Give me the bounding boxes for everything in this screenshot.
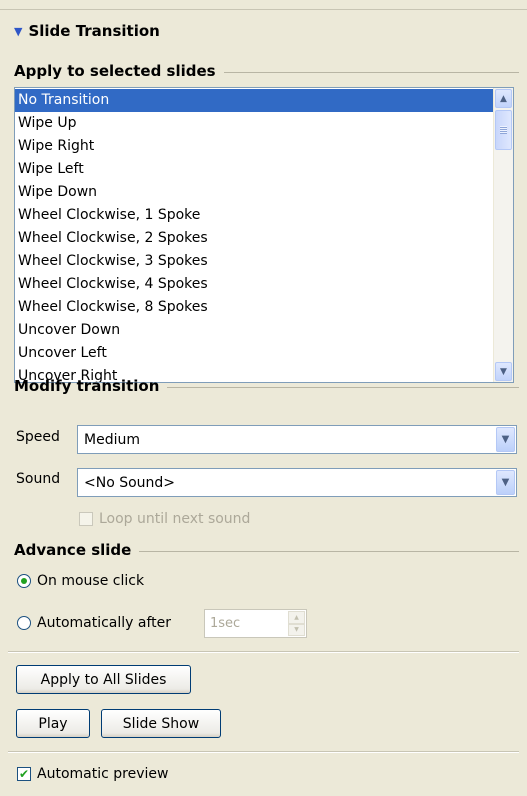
slide-show-button[interactable]: Slide Show <box>101 709 221 738</box>
sound-label: Sound <box>16 471 61 487</box>
spin-up-icon[interactable]: ▲ <box>288 611 305 624</box>
automatic-preview-checkbox[interactable]: ✔ <box>17 767 31 781</box>
panel-title: Slide Transition <box>28 22 160 40</box>
advance-section-label: Advance slide <box>14 541 132 559</box>
on-mouse-click-option[interactable]: On mouse click <box>17 573 144 589</box>
automatic-preview-row[interactable]: ✔ Automatic preview <box>17 766 168 782</box>
section-divider <box>139 550 519 552</box>
sound-value: <No Sound> <box>84 474 176 491</box>
transition-list-item[interactable]: Wipe Left <box>15 158 493 181</box>
transition-list-item[interactable]: No Transition <box>15 89 493 112</box>
apply-section-header: Apply to selected slides <box>14 62 519 80</box>
listbox-scrollbar[interactable]: ▲ ▼ <box>493 88 513 382</box>
separator <box>8 651 519 653</box>
transition-list-item[interactable]: Wheel Clockwise, 3 Spokes <box>15 250 493 273</box>
loop-checkbox[interactable] <box>79 512 93 526</box>
automatic-preview-label: Automatic preview <box>37 766 169 782</box>
sound-select[interactable]: <No Sound> ▼ <box>77 468 517 497</box>
transition-list-item[interactable]: Wipe Right <box>15 135 493 158</box>
radio-selected-dot <box>21 578 27 584</box>
speed-select[interactable]: Medium ▼ <box>77 425 517 454</box>
spin-down-icon[interactable]: ▼ <box>288 623 305 636</box>
chevron-down-icon[interactable]: ▼ <box>496 427 515 452</box>
transition-list-item[interactable]: Wheel Clockwise, 8 Spokes <box>15 296 493 319</box>
auto-time-value[interactable]: 1sec <box>205 616 288 631</box>
transition-list-item[interactable]: Wipe Up <box>15 112 493 135</box>
play-button[interactable]: Play <box>16 709 90 738</box>
section-divider <box>223 71 519 73</box>
advance-section-header: Advance slide <box>14 541 519 559</box>
on-mouse-click-label: On mouse click <box>37 573 145 589</box>
scroll-up-arrow-icon[interactable]: ▲ <box>495 89 512 108</box>
transition-list-item[interactable]: Wheel Clockwise, 4 Spokes <box>15 273 493 296</box>
transition-list-item[interactable]: Wheel Clockwise, 2 Spokes <box>15 227 493 250</box>
modify-section-label: Modify transition <box>14 377 160 395</box>
speed-label: Speed <box>16 429 60 445</box>
separator <box>8 751 519 753</box>
check-icon: ✔ <box>18 767 30 781</box>
chevron-down-icon[interactable]: ▼ <box>496 470 515 495</box>
section-divider <box>167 386 519 388</box>
automatically-after-option[interactable]: Automatically after <box>17 615 171 631</box>
loop-checkbox-row[interactable]: Loop until next sound <box>79 511 250 527</box>
transition-list-item[interactable]: Wipe Down <box>15 181 493 204</box>
automatically-after-radio[interactable] <box>17 616 31 630</box>
transition-list-item[interactable]: Uncover Left <box>15 342 493 365</box>
panel-header[interactable]: ▼ Slide Transition <box>0 9 527 52</box>
transition-list-item[interactable]: Wheel Clockwise, 1 Spoke <box>15 204 493 227</box>
modify-section-header: Modify transition <box>14 377 519 395</box>
scrollbar-thumb[interactable] <box>495 110 512 150</box>
auto-time-spinner[interactable]: 1sec ▲ ▼ <box>204 609 307 638</box>
transition-listbox[interactable]: No Transition Wipe Up Wipe Right Wipe Left W… <box>14 87 514 383</box>
triangle-down-icon[interactable]: ▼ <box>14 25 22 38</box>
transition-list-item[interactable]: Uncover Down <box>15 319 493 342</box>
apply-to-all-slides-button[interactable]: Apply to All Slides <box>16 665 191 694</box>
automatically-after-label: Automatically after <box>37 615 172 631</box>
loop-label: Loop until next sound <box>99 511 251 527</box>
on-mouse-click-radio[interactable] <box>17 574 31 588</box>
transition-list: No Transition Wipe Up Wipe Right Wipe Left W… <box>15 89 493 382</box>
apply-section-label: Apply to selected slides <box>14 62 216 80</box>
speed-value: Medium <box>84 431 140 448</box>
